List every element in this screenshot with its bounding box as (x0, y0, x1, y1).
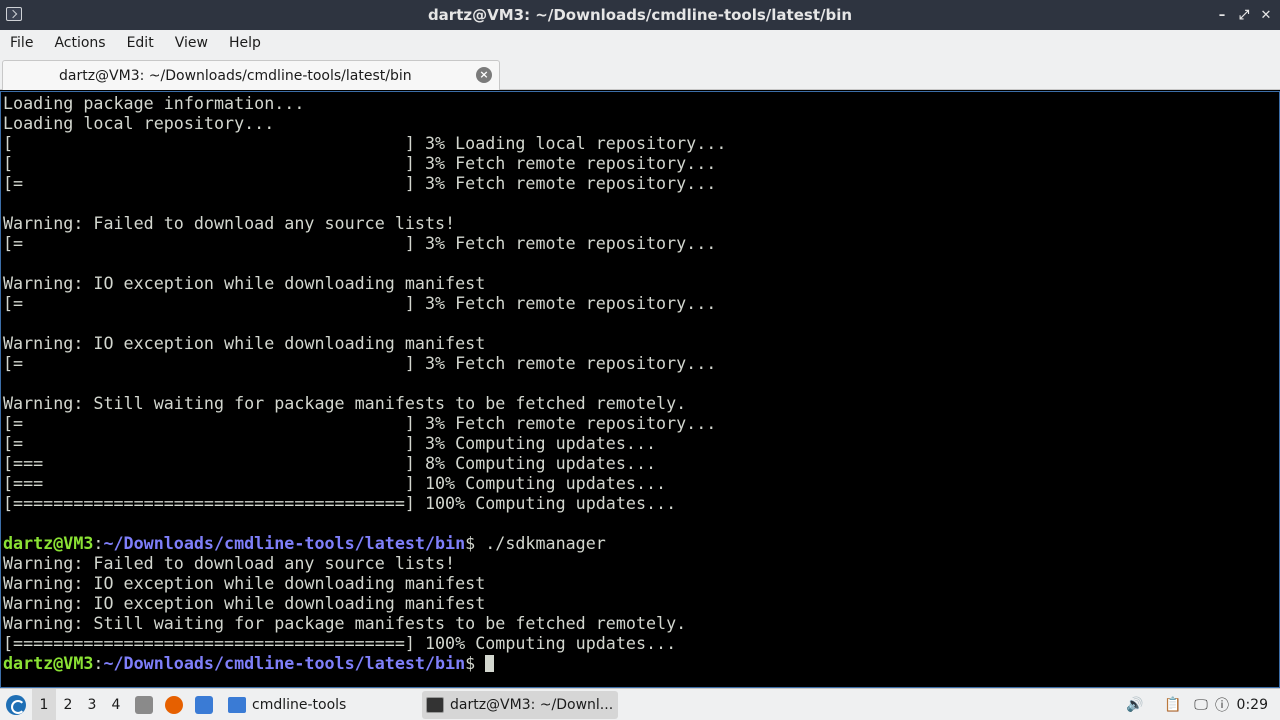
prompt-separator: : (93, 653, 104, 673)
file-manager-icon[interactable] (195, 696, 213, 714)
terminal-line: [= ] 3% Fetch remote repository... (3, 233, 717, 253)
task-label: dartz@VM3: ~/Downl... (450, 697, 614, 713)
tab-terminal-session[interactable]: dartz@VM3: ~/Downloads/cmdline-tools/lat… (2, 60, 500, 90)
notification-icon[interactable]: ⓘ (1215, 696, 1229, 714)
prompt-symbol: $ (465, 533, 486, 553)
workspace-1[interactable]: 1 (32, 689, 56, 720)
prompt-path: ~/Downloads/cmdline-tools/latest/bin (103, 533, 466, 553)
terminal-line: [ ] 3% Fetch remote repository... (3, 153, 717, 173)
terminal-line: Warning: IO exception while downloading … (3, 333, 486, 353)
prompt-user: dartz@VM3 (3, 533, 94, 553)
terminal-line: Loading local repository... (3, 113, 275, 133)
task-label: cmdline-tools (252, 697, 347, 713)
volume-icon[interactable]: 🔊 (1126, 696, 1144, 714)
firefox-icon[interactable] (165, 696, 183, 714)
clock[interactable]: 0:29 (1237, 689, 1268, 720)
terminal-app-icon (6, 7, 22, 21)
terminal-line: [= ] 3% Fetch remote repository... (3, 293, 717, 313)
prompt-user: dartz@VM3 (3, 653, 94, 673)
terminal-output: Loading package information... Loading lo… (3, 93, 726, 673)
workspace-2[interactable]: 2 (56, 689, 80, 720)
terminal-line: Warning: IO exception while downloading … (3, 573, 486, 593)
app-menu-icon[interactable] (6, 695, 26, 715)
prompt-symbol: $ (465, 653, 486, 673)
terminal-line: [=======================================… (3, 633, 677, 653)
prompt-line: dartz@VM3:~/Downloads/cmdline-tools/late… (3, 533, 726, 553)
menu-file[interactable]: File (4, 35, 39, 51)
tab-label: dartz@VM3: ~/Downloads/cmdline-tools/lat… (59, 67, 412, 84)
prompt-path: ~/Downloads/cmdline-tools/latest/bin (103, 653, 466, 673)
close-icon[interactable]: ✕ (1258, 7, 1274, 23)
terminal-line: Warning: IO exception while downloading … (3, 593, 486, 613)
menu-bar: File Actions Edit View Help (0, 30, 1280, 56)
terminal-line: Warning: Still waiting for package manif… (3, 393, 687, 413)
terminal-line: Loading package information... (3, 93, 305, 113)
prompt-separator: : (93, 533, 104, 553)
command-text: ./sdkmanager (485, 533, 606, 553)
display-icon[interactable]: 🖵 (1192, 696, 1210, 714)
terminal-cursor (485, 655, 495, 672)
task-cmdline-tools[interactable]: cmdline-tools (224, 691, 420, 719)
terminal-line: Warning: Still waiting for package manif… (3, 613, 687, 633)
tab-close-icon[interactable]: × (476, 67, 492, 83)
prompt-line: dartz@VM3:~/Downloads/cmdline-tools/late… (3, 653, 726, 673)
terminal-line: Warning: IO exception while downloading … (3, 273, 486, 293)
menu-help[interactable]: Help (223, 35, 267, 51)
menu-actions[interactable]: Actions (48, 35, 111, 51)
folder-icon (228, 697, 246, 713)
maximize-icon[interactable]: ⤢ (1236, 7, 1252, 23)
terminal-icon (426, 697, 444, 713)
terminal-view[interactable]: Loading package information... Loading lo… (0, 91, 1280, 688)
window-title: dartz@VM3: ~/Downloads/cmdline-tools/lat… (427, 6, 853, 24)
task-terminal[interactable]: dartz@VM3: ~/Downl... (422, 691, 618, 719)
workspace-3[interactable]: 3 (80, 689, 104, 720)
terminal-line: [= ] 3% Fetch remote repository... (3, 353, 717, 373)
terminal-line: [= ] 3% Fetch remote repository... (3, 413, 717, 433)
window-controls: – ⤢ ✕ (1214, 0, 1274, 30)
terminal-line: [= ] 3% Fetch remote repository... (3, 173, 717, 193)
terminal-line: Warning: Failed to download any source l… (3, 553, 456, 573)
workspace-4[interactable]: 4 (104, 689, 128, 720)
taskbar: 1 2 3 4 cmdline-tools dartz@VM3: ~/Downl… (0, 688, 1280, 720)
menu-edit[interactable]: Edit (121, 35, 160, 51)
tab-bar: dartz@VM3: ~/Downloads/cmdline-tools/lat… (0, 56, 1280, 90)
show-desktop-icon[interactable] (135, 696, 153, 714)
menu-view[interactable]: View (169, 35, 214, 51)
terminal-line: [= ] 3% Computing updates... (3, 433, 657, 453)
minimize-icon[interactable]: – (1214, 7, 1230, 23)
terminal-scrollbar[interactable] (1276, 92, 1279, 687)
terminal-line: [=== ] 10% Computing updates... (3, 473, 667, 493)
window-titlebar: dartz@VM3: ~/Downloads/cmdline-tools/lat… (0, 0, 1280, 30)
terminal-line: Warning: Failed to download any source l… (3, 213, 456, 233)
terminal-line: [=======================================… (3, 493, 677, 513)
clipboard-icon[interactable]: 📋 (1164, 696, 1182, 714)
terminal-line: [=== ] 8% Computing updates... (3, 453, 657, 473)
terminal-line: [ ] 3% Loading local repository... (3, 133, 727, 153)
